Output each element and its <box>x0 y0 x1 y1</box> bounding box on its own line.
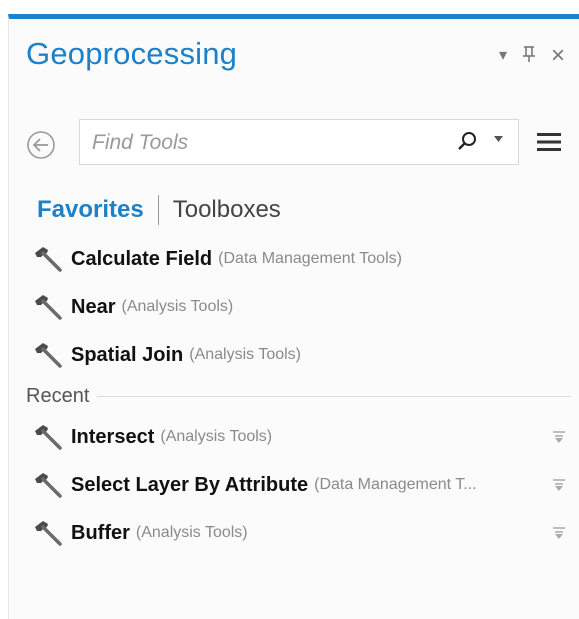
tool-name: Buffer <box>71 521 130 544</box>
section-divider <box>97 396 571 397</box>
pin-toggle-icon[interactable] <box>552 526 566 540</box>
view-tabs: Favorites Toolboxes <box>37 195 281 225</box>
tool-toolbox: (Analysis Tools) <box>121 298 234 315</box>
tab-divider <box>157 195 159 225</box>
pin-toggle-icon[interactable] <box>552 478 566 492</box>
hammer-icon <box>33 292 63 322</box>
geoprocessing-pane: Geoprocessing ▾ × Find Tools Favorites T… <box>8 14 579 619</box>
pin-toggle-icon[interactable] <box>552 430 566 444</box>
hammer-icon <box>33 244 63 274</box>
close-icon[interactable]: × <box>551 44 565 68</box>
tool-list-item[interactable]: Near (Analysis Tools) <box>9 283 579 331</box>
recent-list: Intersect (Analysis Tools) Select Layer … <box>9 413 579 557</box>
search-options-chevron-down-icon[interactable] <box>494 133 503 145</box>
hammer-icon <box>33 518 63 548</box>
tab-favorites[interactable]: Favorites <box>37 196 144 224</box>
tool-toolbox: (Analysis Tools) <box>135 524 248 541</box>
tool-name: Calculate Field <box>71 247 213 270</box>
window-controls: ▾ × <box>499 44 565 68</box>
tool-list-item[interactable]: Calculate Field (Data Management Tools) <box>9 235 579 283</box>
find-tools-search-box[interactable] <box>79 119 519 165</box>
tool-toolbox: (Data Management Tools) <box>218 250 402 267</box>
search-input[interactable] <box>90 128 434 158</box>
tool-toolbox: (Analysis Tools) <box>160 428 273 445</box>
recent-label: Recent <box>26 385 90 407</box>
tool-name: Intersect <box>71 425 155 448</box>
tool-toolbox: (Data Management T... <box>314 476 477 493</box>
tool-list-item[interactable]: Spatial Join (Analysis Tools) <box>9 331 579 379</box>
tool-name: Spatial Join <box>71 343 184 366</box>
search-icon[interactable] <box>456 131 478 158</box>
hamburger-menu-icon[interactable] <box>535 130 563 159</box>
tool-toolbox: (Analysis Tools) <box>189 346 301 363</box>
hammer-icon <box>33 470 63 500</box>
tool-list-item[interactable]: Intersect (Analysis Tools) <box>9 413 579 461</box>
tool-name: Near <box>71 295 116 318</box>
back-arrow-icon[interactable] <box>26 130 56 160</box>
tool-list-item[interactable]: Buffer (Analysis Tools) <box>9 509 579 557</box>
tool-name: Select Layer By Attribute <box>71 473 309 496</box>
pane-options-dropdown-icon[interactable]: ▾ <box>499 46 507 66</box>
tab-toolboxes[interactable]: Toolboxes <box>173 196 281 224</box>
pane-title: Geoprocessing <box>26 36 238 71</box>
tool-list-item[interactable]: Select Layer By Attribute (Data Manageme… <box>9 461 579 509</box>
hammer-icon <box>33 340 63 370</box>
recent-section-header: Recent <box>26 385 571 408</box>
hammer-icon <box>33 422 63 452</box>
favorites-list: Calculate Field (Data Management Tools) … <box>9 235 579 379</box>
auto-hide-pin-icon[interactable] <box>522 45 536 67</box>
